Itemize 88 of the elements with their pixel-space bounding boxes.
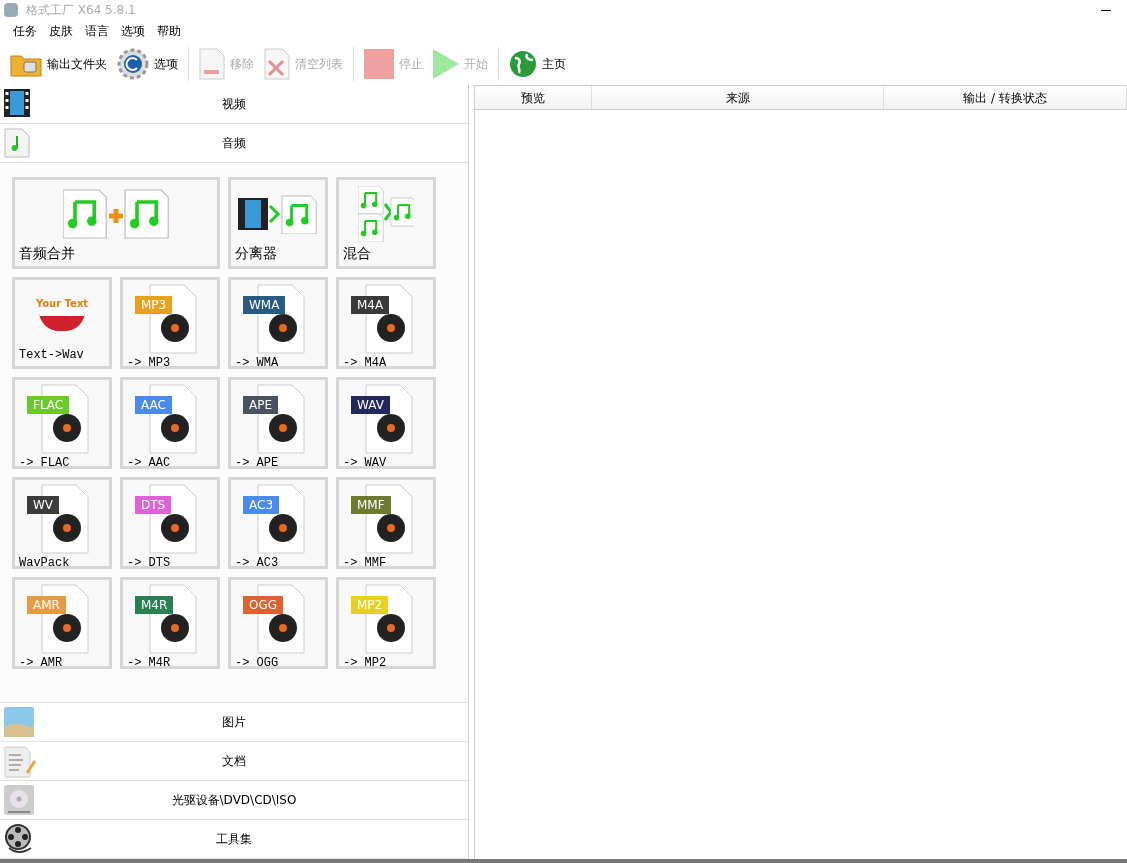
tool-tile[interactable]: 混合 (336, 177, 436, 269)
column-header[interactable]: 来源 (592, 86, 884, 109)
format-tag: APE (243, 396, 279, 414)
tile-label: -> DTS (126, 555, 172, 572)
category-label: 视频 (222, 96, 246, 113)
tile-label: -> MP2 (342, 655, 388, 672)
film-to-music-icon (238, 193, 318, 234)
menu-item[interactable]: 任务 (8, 22, 42, 40)
tile-label: -> AAC (126, 455, 172, 472)
format-tag: WV (27, 496, 60, 514)
tool-tile[interactable]: FLAC -> FLAC (12, 377, 112, 469)
tool-tile[interactable]: MP3 -> MP3 (120, 277, 220, 369)
format-tag: WAV (351, 396, 390, 414)
tool-tile[interactable]: MMF -> MMF (336, 477, 436, 569)
tool-tile[interactable]: MP2 -> MP2 (336, 577, 436, 669)
tile-label: 混合 (342, 244, 372, 263)
tile-label: -> MP3 (126, 355, 172, 372)
menu-item[interactable]: 语言 (80, 22, 114, 40)
tile-label: -> FLAC (18, 455, 71, 472)
category-label: 工具集 (216, 831, 252, 848)
app-icon (4, 3, 18, 17)
tile-label: -> WMA (234, 355, 280, 372)
window-title: 格式工厂 X64 5.8.1 (26, 2, 136, 19)
film-reel-icon (4, 824, 34, 854)
tile-label: -> M4A (342, 355, 388, 372)
column-header[interactable]: 预览 (475, 86, 592, 109)
category-label: 文档 (222, 753, 246, 770)
tool-tile[interactable]: AC3 -> AC3 (228, 477, 328, 569)
tool-tile[interactable]: Your Text Text->Wav (12, 277, 112, 369)
tile-label: -> APE (234, 455, 280, 472)
tile-label: Text->Wav (18, 347, 85, 364)
minimize-icon[interactable] (1101, 9, 1111, 11)
landscape-picture-icon (4, 707, 34, 737)
menu-item[interactable]: 皮肤 (44, 22, 78, 40)
tile-label: 分离器 (234, 244, 278, 263)
tile-label: -> OGG (234, 655, 280, 672)
document-minus-icon (199, 47, 225, 80)
tile-label: -> M4R (126, 655, 172, 672)
document-pencil-icon (4, 746, 36, 778)
tool-tile[interactable]: WMA -> WMA (228, 277, 328, 369)
tile-label: WavPack (18, 555, 71, 572)
tool-tile[interactable]: M4A -> M4A (336, 277, 436, 369)
mixed-notes-icon (358, 185, 414, 242)
format-tag: MMF (351, 496, 391, 514)
stop-icon (364, 48, 394, 79)
tile-label: -> WAV (342, 455, 388, 472)
lips-icon (39, 311, 85, 331)
menu-item[interactable]: 帮助 (152, 22, 186, 40)
tool-tile[interactable]: AAC -> AAC (120, 377, 220, 469)
tool-tile[interactable]: 音频合并 (12, 177, 220, 269)
tool-tile[interactable]: APE -> APE (228, 377, 328, 469)
format-tag: AAC (135, 396, 172, 414)
format-tag: MP2 (351, 596, 389, 614)
tile-label: -> AC3 (234, 555, 280, 572)
tool-tile[interactable]: OGG -> OGG (228, 577, 328, 669)
menu-item[interactable]: 选项 (116, 22, 150, 40)
disc-drive-icon (4, 785, 34, 815)
format-tag: AMR (27, 596, 66, 614)
tile-label: -> AMR (18, 655, 64, 672)
category-label: 光驱设备\DVD\CD\ISO (171, 792, 297, 809)
toolbar-button[interactable]: 主页 (507, 44, 568, 83)
category-label: 图片 (222, 714, 246, 731)
globe-icon (509, 49, 537, 78)
gear-icon (117, 47, 149, 80)
tile-label: 音频合并 (18, 244, 76, 263)
document-cross-icon (264, 47, 290, 80)
format-tag: M4A (351, 296, 390, 314)
sample-text: Your Text (35, 299, 89, 309)
tool-tile[interactable]: 分离器 (228, 177, 328, 269)
format-tag: WMA (243, 296, 286, 314)
column-header[interactable]: 输出 / 转换状态 (884, 86, 1127, 109)
format-tag: FLAC (27, 396, 70, 414)
tool-tile[interactable]: WV WavPack (12, 477, 112, 569)
play-icon (433, 48, 459, 79)
tile-label: -> MMF (342, 555, 388, 572)
tool-tile[interactable]: DTS -> DTS (120, 477, 220, 569)
format-tag: DTS (135, 496, 172, 514)
tool-tile[interactable]: AMR -> AMR (12, 577, 112, 669)
toolbar-button[interactable]: 选项 (115, 44, 180, 83)
tool-tile[interactable]: WAV -> WAV (336, 377, 436, 469)
format-tag: MP3 (135, 296, 173, 314)
format-tag: AC3 (243, 496, 279, 514)
toolbar-button[interactable]: 输出文件夹 (8, 44, 109, 83)
category-label: 音频 (222, 135, 246, 152)
film-icon (4, 89, 30, 117)
format-tag: M4R (135, 596, 174, 614)
format-tag: OGG (243, 596, 284, 614)
tool-tile[interactable]: M4R -> M4R (120, 577, 220, 669)
